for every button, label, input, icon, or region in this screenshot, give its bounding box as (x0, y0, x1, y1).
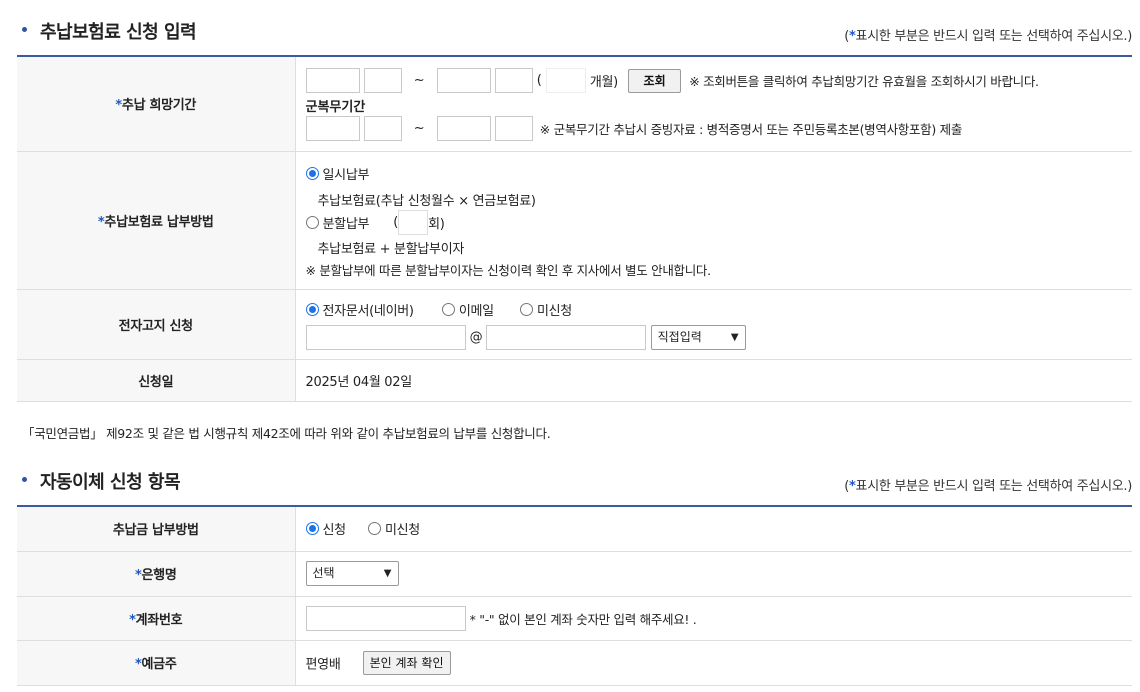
military-note: ※ 군복무기간 추납시 증빙자료 : 병적증명서 또는 주민등록초본(병역사항포… (539, 122, 963, 137)
email-domain-select[interactable]: 직접입력 ▼ (650, 324, 746, 350)
auto-transfer-table: 추납금 납부방법 신청 미신청 *은행명 선택 ▼ *계좌번호 * "-" 없이 … (17, 505, 1132, 686)
period-cell: ~ ( 개월) 조회 ※ 조회버튼을 클릭하여 추납희망기간 유효월을 조회하시… (295, 56, 1132, 152)
email-row: @ 직접입력 ▼ (305, 324, 746, 350)
bullet-icon (22, 477, 27, 482)
lump-sum-option[interactable]: 일시납부 (305, 164, 369, 183)
start-year-input[interactable] (305, 68, 360, 93)
e-notice-cell: 전자문서(네이버) 이메일 미신청 @ 직접입력 ▼ (295, 289, 1132, 360)
bank-name-cell: 선택 ▼ (295, 551, 1132, 597)
e-notice-options: 전자문서(네이버) 이메일 미신청 (305, 300, 572, 319)
e-notice-option-email[interactable]: 이메일 (441, 302, 494, 319)
account-number-cell: * "-" 없이 본인 계좌 숫자만 입력 해주세요! . (295, 596, 1132, 641)
section-header-auto-transfer: 자동이체 신청 항목 (*표시한 부분은 반드시 입력 또는 선택하여 주십시오… (0, 468, 1140, 498)
lump-sum-radio[interactable] (305, 166, 319, 180)
not-apply-radio[interactable] (367, 522, 381, 536)
military-label: 군복무기간 (305, 100, 366, 115)
military-end-month-input[interactable] (494, 116, 533, 141)
section-title: 추납보험료 신청 입력 (40, 22, 197, 43)
start-month-input[interactable] (363, 68, 402, 93)
installment-desc: 추납보험료 + 분할납부이자 (317, 241, 465, 257)
naver-radio[interactable] (305, 302, 319, 316)
bullet-icon (22, 27, 27, 32)
transfer-method-cell: 신청 미신청 (295, 506, 1132, 552)
account-holder-label: *예금주 (17, 640, 296, 686)
installment-count-input[interactable] (398, 209, 429, 235)
none-radio[interactable] (519, 302, 533, 316)
email-id-input[interactable] (305, 324, 466, 350)
apply-radio[interactable] (305, 522, 319, 536)
verify-account-button[interactable]: 본인 계좌 확인 (362, 650, 451, 675)
lump-sum-desc: 추납보험료(추납 신청월수 × 연금보험료) (317, 193, 537, 209)
installment-notice: ※ 분할납부에 따른 분할납부이자는 신청이력 확인 후 지사에서 별도 안내합… (305, 262, 712, 278)
bank-select[interactable]: 선택 ▼ (305, 561, 399, 586)
legal-text: 「국민연금법」 제92조 및 같은 법 시행규칙 제42조에 따라 위와 같이 … (22, 426, 551, 441)
account-number-input[interactable] (305, 605, 466, 631)
chevron-down-icon: ▼ (730, 331, 739, 343)
e-notice-option-naver[interactable]: 전자문서(네이버) (305, 302, 414, 319)
payment-method-label: *추납보험료 납부방법 (17, 151, 296, 290)
installment-radio[interactable] (305, 215, 319, 229)
end-year-input[interactable] (436, 68, 491, 93)
period-label: *추납 희망기간 (17, 56, 296, 152)
section-title: 자동이체 신청 항목 (40, 472, 181, 493)
chevron-down-icon: ▼ (383, 568, 392, 579)
account-number-label: *계좌번호 (17, 596, 296, 641)
account-note: * "-" 없이 본인 계좌 숫자만 입력 해주세요! . (469, 611, 697, 627)
e-notice-option-none[interactable]: 미신청 (519, 302, 572, 319)
months-count-field (545, 68, 586, 93)
apply-date-label: 신청일 (17, 359, 296, 402)
military-start-year-input[interactable] (305, 116, 360, 141)
military-start-month-input[interactable] (363, 116, 402, 141)
account-holder-value: 편영배 (305, 657, 341, 672)
military-row: ~ ※ 군복무기간 추납시 증빙자료 : 병적증명서 또는 주민등록초본(병역사… (305, 116, 963, 141)
email-domain-input[interactable] (486, 324, 647, 350)
lookup-note: ※ 조회버튼을 클릭하여 추납희망기간 유효월을 조회하시기 바랍니다. (689, 74, 1039, 89)
account-holder-cell: 편영배 본인 계좌 확인 (295, 640, 1132, 686)
bank-name-label: *은행명 (17, 551, 296, 597)
apply-date-value: 2025년 04월 02일 (295, 359, 1132, 402)
lookup-button[interactable]: 조회 (628, 68, 682, 93)
section-header-application: 추납보험료 신청 입력 (*표시한 부분은 반드시 입력 또는 선택하여 주십시… (0, 18, 1140, 48)
transfer-not-apply-option[interactable]: 미신청 (367, 521, 420, 538)
e-notice-label: 전자고지 신청 (17, 289, 296, 360)
period-row: ~ ( 개월) 조회 ※ 조회버튼을 클릭하여 추납희망기간 유효월을 조회하시… (305, 68, 1039, 93)
email-radio[interactable] (441, 302, 455, 316)
transfer-method-label: 추납금 납부방법 (17, 506, 296, 552)
payment-method-cell: 일시납부 추납보험료(추납 신청월수 × 연금보험료) 분할납부 (회) 추납보… (295, 151, 1132, 290)
required-note: (*표시한 부분은 반드시 입력 또는 선택하여 주십시오.) (844, 29, 1132, 44)
military-end-year-input[interactable] (436, 116, 491, 141)
application-form-table: *추납 희망기간 ~ ( 개월) 조회 ※ 조회버튼을 클릭하여 추납희망기간 … (17, 55, 1132, 402)
transfer-apply-option[interactable]: 신청 (305, 521, 346, 538)
installment-option[interactable]: 분할납부 (회) (305, 209, 445, 235)
end-month-input[interactable] (494, 68, 533, 93)
required-note: (*표시한 부분은 반드시 입력 또는 선택하여 주십시오.) (844, 479, 1132, 494)
